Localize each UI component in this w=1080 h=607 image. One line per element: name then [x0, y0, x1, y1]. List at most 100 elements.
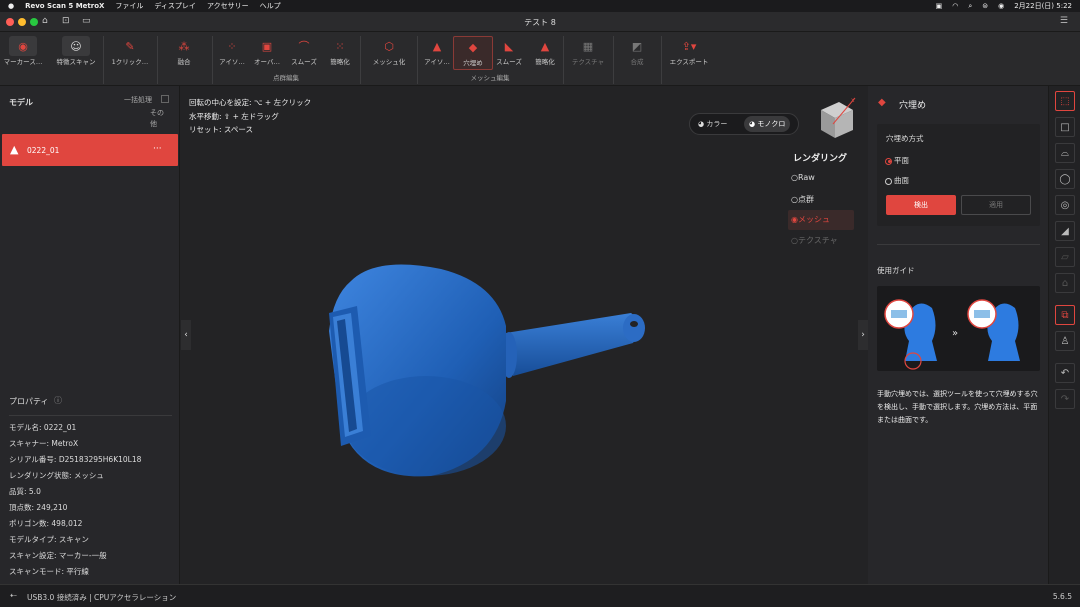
- plane-cut-button[interactable]: ◢: [1055, 221, 1075, 241]
- menu-file[interactable]: ファイル: [115, 1, 143, 11]
- texture-icon: ▦: [582, 39, 594, 53]
- hole-fill-icon: ◆: [878, 97, 886, 108]
- model-panel: モデル 一括処理 その他 ▲ 0222_01 ··· プロパティ ⓘ モデル名:…: [0, 86, 180, 584]
- render-raw[interactable]: ○Raw: [791, 173, 815, 182]
- settings-icon[interactable]: ☰: [1060, 16, 1068, 26]
- render-pointcloud[interactable]: ○点群: [791, 194, 814, 205]
- pc-simplify-button[interactable]: ⁙ 簡略化: [320, 36, 360, 70]
- prop-model-type: モデルタイプ: スキャン: [9, 535, 89, 544]
- prop-vertices: 頂点数: 249,210: [9, 503, 68, 512]
- app-menu[interactable]: Revo Scan 5 MetroX: [25, 2, 104, 10]
- layer-icon: ▱: [1061, 251, 1069, 263]
- datetime[interactable]: 2月22日(日) 5:22: [1014, 1, 1072, 11]
- brush-icon: ◎: [1060, 199, 1070, 211]
- panel-title: 穴埋め: [899, 101, 927, 111]
- mesh-group-label: メッシュ編集: [470, 74, 510, 82]
- meshing-icon: ⬡: [384, 39, 394, 53]
- mesh-isolate-button[interactable]: ▲ アイソ…: [417, 36, 457, 70]
- overlap-button[interactable]: ▣ オーバ…: [247, 36, 287, 70]
- copy-icon: ⧉: [1061, 309, 1069, 321]
- color-button[interactable]: ◕ カラー: [694, 117, 731, 131]
- control-center-icon[interactable]: ⊜: [982, 2, 988, 10]
- pc-isolate-button[interactable]: ⁘ アイソ…: [212, 36, 252, 70]
- lasso-select-button[interactable]: ◯: [1055, 169, 1075, 189]
- hint-reset: リセット: スペース: [189, 125, 254, 134]
- curved-radio[interactable]: 曲面: [885, 175, 909, 186]
- pc-smooth-button[interactable]: ⌒ スムーズ: [284, 36, 324, 70]
- method-box: 穴埋め方式 平面 曲面 検出 適用: [877, 124, 1040, 226]
- search-icon[interactable]: ⌕: [968, 2, 972, 11]
- detect-button[interactable]: 検出: [886, 195, 956, 215]
- isolate-icon: ▲: [432, 39, 442, 53]
- polygon-select-button[interactable]: ⌓: [1055, 143, 1075, 163]
- plane-radio-indicator: [885, 157, 892, 165]
- marker-scan-button[interactable]: ◉ マーカース…: [3, 36, 43, 70]
- screen-icon[interactable]: ▣: [936, 2, 943, 10]
- siri-icon[interactable]: ◉: [998, 2, 1004, 10]
- brush-select-button[interactable]: ◎: [1055, 195, 1075, 215]
- mono-button[interactable]: ◕ モノクロ: [744, 116, 791, 132]
- meshing-button[interactable]: ⬡ メッシュ化: [366, 36, 412, 70]
- viewport-hints: 回転の中心を設定: ⌥ + 左クリック 水平移動: ⇧ + 左ドラッグ リセット…: [189, 96, 311, 137]
- pointcloud-group-label: 点群編集: [273, 74, 299, 82]
- undo-button[interactable]: ↶: [1055, 363, 1075, 383]
- 3d-viewport[interactable]: 回転の中心を設定: ⌥ + 左クリック 水平移動: ⇧ + 左ドラッグ リセット…: [181, 86, 868, 584]
- info-icon[interactable]: ⓘ: [54, 395, 62, 406]
- menu-accessory[interactable]: アクセサリー: [207, 1, 249, 11]
- merge-button[interactable]: ◩ 合成: [617, 36, 657, 70]
- disabled-tool-1[interactable]: ▱: [1055, 247, 1075, 267]
- export-icon: ⇪▾: [681, 39, 697, 53]
- menu-help[interactable]: ヘルプ: [260, 1, 281, 11]
- menu-display[interactable]: ディスプレイ: [154, 1, 196, 11]
- fusion-button[interactable]: ⁂ 融合: [164, 36, 204, 70]
- render-texture[interactable]: ○テクスチャ: [791, 235, 838, 246]
- feature-scan-button[interactable]: ☺ 特徴スキャン: [56, 36, 96, 70]
- scanned-mesh-model[interactable]: [321, 251, 651, 491]
- person-tool-button[interactable]: ♙: [1055, 331, 1075, 351]
- guide-text: 手動穴埋めでは、選択ツールを使って穴埋めする穴を検出し、手動で選択します。穴埋め…: [877, 390, 1038, 424]
- collapse-right-button[interactable]: ›: [858, 320, 868, 350]
- texture-button[interactable]: ▦ テクスチャ: [568, 36, 608, 70]
- plane-cut-icon: ◢: [1061, 225, 1069, 237]
- polygon-icon: ⌓: [1061, 147, 1069, 159]
- render-mesh[interactable]: ◉メッシュ: [788, 210, 854, 230]
- fusion-icon: ⁂: [178, 39, 190, 53]
- hint-pan: 水平移動: ⇧ + 左ドラッグ: [189, 111, 279, 121]
- plane-radio[interactable]: 平面: [885, 155, 909, 166]
- prop-scan-mode: スキャンモード: 平行線: [9, 567, 89, 576]
- trash-icon: ⌂: [1061, 277, 1069, 289]
- prop-serial: シリアル番号: D25183295H6K10L18: [9, 455, 142, 464]
- svg-text:x: x: [851, 97, 855, 104]
- render-title: レンダリング: [793, 154, 848, 164]
- prop-scan-setting: スキャン設定: マーカー-一般: [9, 551, 107, 560]
- lasso-icon: ◯: [1059, 173, 1071, 185]
- mesh-smooth-button[interactable]: ◣ スムーズ: [489, 36, 529, 70]
- rect-select-button[interactable]: □: [1055, 117, 1075, 137]
- model-more-button[interactable]: ···: [153, 144, 162, 154]
- guide-title: 使用ガイド: [877, 266, 915, 275]
- hole-fill-panel: ◆ 穴埋め 穴埋め方式 平面 曲面 検出 適用 使用ガイド » 手動穴埋めでは、…: [868, 86, 1048, 584]
- isolate-icon: ⁘: [227, 39, 237, 53]
- redo-button[interactable]: ↷: [1055, 389, 1075, 409]
- batch-checkbox[interactable]: [161, 95, 169, 103]
- invert-select-button[interactable]: ⧉: [1055, 305, 1075, 325]
- prop-quality: 品質: 5.0: [9, 487, 41, 496]
- collapse-left-button[interactable]: ‹: [181, 320, 191, 350]
- hint-rotate-center: 回転の中心を設定: ⌥ + 左クリック: [189, 98, 312, 107]
- apply-button[interactable]: 適用: [961, 195, 1031, 215]
- model-item[interactable]: ▲ 0222_01 ···: [2, 134, 178, 166]
- prop-scanner: スキャナー: MetroX: [9, 439, 79, 448]
- disabled-tool-2[interactable]: ⌂: [1055, 273, 1075, 293]
- wifi-icon[interactable]: ◠: [952, 2, 958, 10]
- export-button[interactable]: ⇪▾ エクスポート: [665, 36, 713, 70]
- hole-fill-button[interactable]: ◆ 穴埋め: [453, 36, 493, 70]
- mesh-simplify-button[interactable]: ▲ 簡略化: [525, 36, 565, 70]
- view-cube[interactable]: x: [811, 94, 861, 142]
- guide-illustration: »: [877, 286, 1040, 371]
- batch-process-label[interactable]: 一括処理: [124, 95, 152, 105]
- pointer-select-icon: ⬚: [1060, 95, 1070, 107]
- apple-icon[interactable]: ●: [8, 2, 14, 10]
- marker-scan-icon: ◉: [9, 36, 37, 56]
- select-tool-button[interactable]: ⬚: [1055, 91, 1075, 111]
- one-click-button[interactable]: ✎ 1クリック…: [108, 36, 152, 70]
